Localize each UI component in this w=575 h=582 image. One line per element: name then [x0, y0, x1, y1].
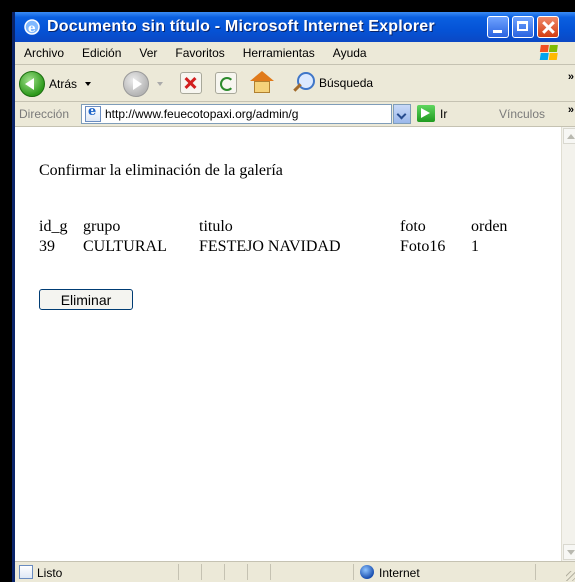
status-bar: Listo Internet: [15, 561, 575, 582]
menu-ayuda[interactable]: Ayuda: [333, 46, 367, 60]
links-label[interactable]: Vínculos: [499, 107, 545, 121]
search-icon: [291, 71, 315, 95]
windows-logo-icon: [537, 44, 563, 62]
back-dropdown-icon[interactable]: [85, 82, 92, 86]
col-header-id: id_g: [39, 218, 68, 235]
forward-dropdown-icon[interactable]: [157, 82, 163, 86]
page-heading: Confirmar la eliminación de la galería: [39, 162, 283, 179]
cell-titulo: FESTEJO NAVIDAD: [199, 238, 341, 255]
scroll-down-icon[interactable]: [563, 544, 575, 560]
status-divider: [224, 564, 225, 580]
cell-orden: 1: [471, 238, 479, 255]
col-header-grupo: grupo: [83, 218, 121, 235]
stop-icon: [180, 72, 202, 94]
col-header-foto: foto: [400, 218, 426, 235]
forward-arrow-icon: [123, 71, 149, 97]
close-button[interactable]: [537, 16, 559, 38]
address-label: Dirección: [19, 107, 70, 121]
menu-favoritos[interactable]: Favoritos: [175, 46, 224, 60]
stop-button[interactable]: [180, 72, 202, 94]
page-content: Confirmar la eliminación de la galería i…: [15, 127, 561, 561]
resize-grip-icon[interactable]: [566, 571, 575, 581]
svg-text:e: e: [28, 21, 36, 35]
status-divider: [201, 564, 202, 580]
back-arrow-icon: [19, 71, 45, 97]
refresh-icon: [215, 72, 237, 94]
title-bar[interactable]: e Documento sin título - Microsoft Inter…: [15, 12, 575, 42]
go-button[interactable]: Ir: [440, 107, 447, 121]
search-label: Búsqueda: [319, 76, 374, 90]
status-divider: [535, 564, 536, 580]
cell-id: 39: [39, 238, 55, 255]
forward-button[interactable]: [123, 71, 163, 97]
ie-logo-icon: e: [23, 18, 41, 36]
gallery-table: id_g grupo titulo foto orden 39 CULTURAL…: [39, 217, 511, 257]
menu-edicion[interactable]: Edición: [82, 46, 121, 60]
refresh-button[interactable]: [215, 72, 237, 94]
status-divider: [247, 564, 248, 580]
cell-foto: Foto16: [400, 238, 446, 255]
home-icon: [249, 71, 275, 95]
table-row: 39 CULTURAL FESTEJO NAVIDAD Foto16 1: [39, 237, 511, 257]
address-bar: Dirección http://www.feuecotopaxi.org/ad…: [15, 102, 575, 127]
status-text: Listo: [37, 566, 63, 580]
internet-zone-icon: [360, 565, 374, 579]
zone-text: Internet: [379, 566, 420, 580]
col-header-orden: orden: [471, 218, 508, 235]
status-divider: [178, 564, 179, 580]
links-overflow-icon[interactable]: »: [568, 104, 574, 116]
toolbar-overflow-icon[interactable]: »: [568, 71, 574, 83]
menu-herramientas[interactable]: Herramientas: [243, 46, 315, 60]
minimize-button[interactable]: [487, 16, 509, 38]
home-button[interactable]: [249, 71, 275, 95]
scroll-up-icon[interactable]: [563, 128, 575, 144]
page-icon: [85, 105, 101, 122]
menu-bar: Archivo Edición Ver Favoritos Herramient…: [15, 42, 575, 65]
status-divider: [270, 564, 271, 580]
window-title: Documento sin título - Microsoft Interne…: [47, 18, 435, 35]
delete-button[interactable]: Eliminar: [39, 289, 133, 310]
address-input[interactable]: http://www.feuecotopaxi.org/admin/g: [81, 104, 392, 124]
go-arrow-icon[interactable]: [417, 105, 435, 122]
menu-ver[interactable]: Ver: [139, 46, 157, 60]
standard-toolbar: Atrás Búsqueda »: [15, 65, 575, 102]
address-url[interactable]: http://www.feuecotopaxi.org/admin/g: [105, 107, 298, 121]
back-label: Atrás: [49, 77, 78, 91]
status-divider: [353, 564, 354, 580]
search-button[interactable]: Búsqueda: [291, 71, 373, 95]
vertical-scrollbar[interactable]: [561, 127, 575, 561]
col-header-titulo: titulo: [199, 218, 233, 235]
page-status-icon: [19, 565, 33, 579]
menu-archivo[interactable]: Archivo: [24, 46, 64, 60]
cell-grupo: CULTURAL: [83, 238, 167, 255]
maximize-button[interactable]: [512, 16, 534, 38]
table-header-row: id_g grupo titulo foto orden: [39, 217, 511, 237]
address-dropdown-icon[interactable]: [393, 104, 411, 124]
back-button[interactable]: Atrás: [19, 71, 92, 97]
browser-window: e Documento sin título - Microsoft Inter…: [12, 12, 575, 582]
